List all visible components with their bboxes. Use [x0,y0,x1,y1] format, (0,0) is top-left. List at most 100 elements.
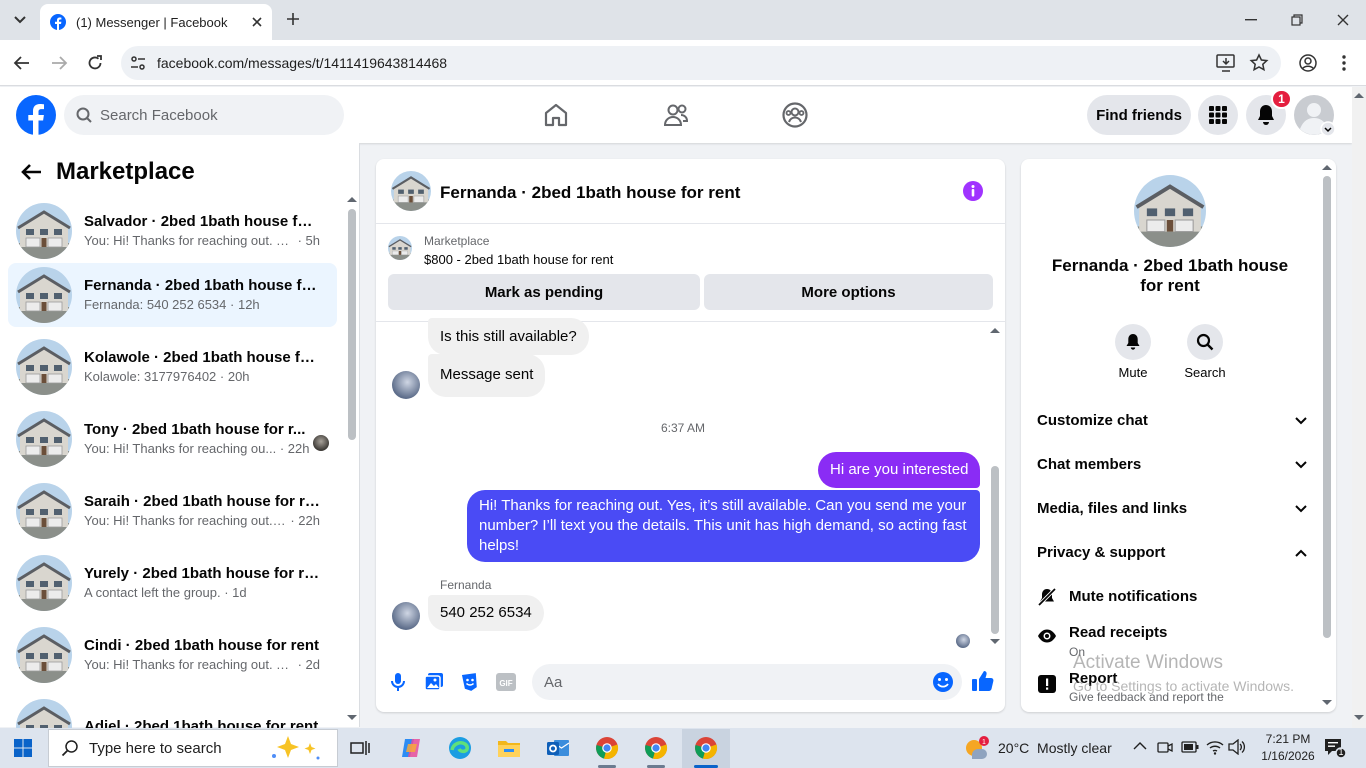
task-view-icon[interactable] [345,733,375,763]
listing-avatar[interactable] [1134,175,1206,247]
chat-scrollbar[interactable] [991,466,999,634]
close-window-icon[interactable] [1329,6,1357,34]
conversation-list-scrollbar[interactable] [348,209,356,440]
conversation-time: 20h [227,369,250,384]
listing-title[interactable]: $800 - 2bed 1bath house for rent [424,252,613,267]
page-scrollbar-track[interactable] [1352,87,1366,728]
mute-bell-icon[interactable] [1115,324,1151,360]
listing-thumbnail [16,411,72,467]
microphone-icon[interactable] [389,672,407,692]
sender-avatar[interactable] [392,602,420,630]
site-info-icon[interactable] [129,54,147,72]
thumbs-up-icon[interactable] [972,669,994,693]
volume-icon[interactable] [1228,739,1246,755]
search-icon [76,107,92,123]
weather-icon[interactable]: 1 [964,735,990,759]
friends-nav-icon[interactable] [662,101,690,129]
browser-tab-messenger[interactable]: (1) Messenger | Facebook [40,4,272,40]
clock-date[interactable]: 1/16/2026 [1255,749,1321,763]
conversation-row[interactable]: Saraih · 2bed 1bath house for rent You: H… [8,479,337,543]
chat-members-section[interactable]: Chat members [1037,456,1307,473]
search-highlight-icon [266,734,326,762]
emoji-icon[interactable] [932,671,954,693]
report-item[interactable]: Report [1069,670,1117,687]
profile-icon[interactable] [1298,53,1318,73]
conversation-name: Yurely · 2bed 1bath house for rent [84,565,320,582]
battery-icon[interactable] [1181,741,1199,753]
message-composer-input[interactable] [532,664,962,700]
bookmark-star-icon[interactable] [1249,53,1269,73]
scroll-down-arrow-icon[interactable] [1354,715,1364,721]
menu-grid-icon[interactable] [1198,95,1238,135]
scroll-up-arrow-icon[interactable] [990,327,1000,333]
file-explorer-icon[interactable] [494,733,524,763]
facebook-logo-icon[interactable] [16,95,56,135]
install-app-icon[interactable] [1216,54,1236,72]
more-options-button[interactable]: More options [704,274,993,310]
mute-notifications-item[interactable]: Mute notifications [1069,588,1197,605]
groups-nav-icon[interactable] [781,101,809,129]
listing-thumbnail[interactable] [388,236,412,260]
facebook-search-input[interactable]: Search Facebook [64,95,344,135]
tab-close-icon[interactable] [252,17,262,27]
conversation-row[interactable]: Salvador · 2bed 1bath house for ... You: … [8,199,337,263]
conversation-row[interactable]: Kolawole · 2bed 1bath house for... Kolawo… [8,335,337,399]
customize-chat-section[interactable]: Customize chat [1037,412,1307,429]
conversation-row[interactable]: Tony · 2bed 1bath house for r... You: Hi!… [8,407,337,471]
search-in-chat-icon[interactable] [1187,324,1223,360]
browser-menu-icon[interactable] [1336,53,1352,73]
scroll-up-arrow-icon[interactable] [1354,92,1364,98]
conversation-separator: · [226,297,238,312]
chrome-active-icon[interactable] [691,733,721,763]
photo-attach-icon[interactable] [424,672,444,692]
scroll-down-arrow-icon[interactable] [1322,700,1332,706]
scroll-down-arrow-icon[interactable] [347,715,357,721]
read-receipts-eye-icon [1037,628,1057,644]
scroll-up-arrow-icon[interactable] [1322,164,1332,170]
url-text[interactable]: facebook.com/messages/t/1411419643814468 [157,55,447,71]
info-panel-scrollbar[interactable] [1323,176,1331,638]
edge-browser-icon[interactable] [445,733,475,763]
search-label: Search [1184,365,1226,380]
conversation-row[interactable]: Yurely · 2bed 1bath house for rent A cont… [8,551,337,615]
copilot-icon[interactable] [396,733,426,763]
tab-search-chevron-icon[interactable] [8,8,32,32]
info-title: Fernanda · 2bed 1bath house for rent [1051,256,1289,295]
chevron-down-icon [1295,504,1307,513]
account-avatar[interactable] [1294,95,1336,137]
find-friends-button[interactable]: Find friends [1087,95,1191,135]
scroll-up-arrow-icon[interactable] [347,196,357,202]
gif-icon[interactable]: GIF [496,673,516,691]
wifi-icon[interactable] [1206,739,1224,755]
conversation-row[interactable]: Fernanda · 2bed 1bath house for... Fernan… [8,263,337,327]
meet-now-icon[interactable] [1157,739,1173,757]
new-tab-plus-icon[interactable] [282,8,304,30]
chat-title[interactable]: Fernanda · 2bed 1bath house for rent [440,183,740,203]
mark-as-pending-button[interactable]: Mark as pending [388,274,700,310]
forward-arrow-icon[interactable] [50,54,68,72]
media-files-links-section[interactable]: Media, files and links [1037,500,1307,517]
chrome-icon[interactable] [592,733,622,763]
home-nav-icon[interactable] [542,101,570,129]
show-hidden-icons-chevron-icon[interactable] [1133,741,1147,751]
back-arrow-icon[interactable] [20,160,44,184]
outlook-icon[interactable] [543,733,573,763]
weather-text[interactable]: 20°C Mostly clear [998,740,1112,756]
reload-icon[interactable] [86,54,104,72]
privacy-support-section[interactable]: Privacy & support [1037,544,1307,561]
seen-avatar [313,435,329,451]
sticker-icon[interactable] [460,672,480,692]
chat-thumbnail[interactable] [391,171,431,211]
back-arrow-icon[interactable] [13,54,31,72]
chrome-profile-icon[interactable] [641,733,671,763]
conversation-text: Fernanda · 2bed 1bath house for... Fernan… [84,276,320,314]
conversation-row[interactable]: Cindi · 2bed 1bath house for rent You: Hi… [8,623,337,687]
conversation-info-icon[interactable] [962,180,984,202]
minimize-icon[interactable] [1237,6,1265,34]
read-receipts-item[interactable]: Read receipts [1069,624,1167,641]
clock-time[interactable]: 7:21 PM [1260,732,1316,746]
sender-avatar[interactable] [392,371,420,399]
scroll-down-arrow-icon[interactable] [990,639,1000,645]
windows-start-icon[interactable] [14,739,32,757]
restore-icon[interactable] [1283,6,1311,34]
